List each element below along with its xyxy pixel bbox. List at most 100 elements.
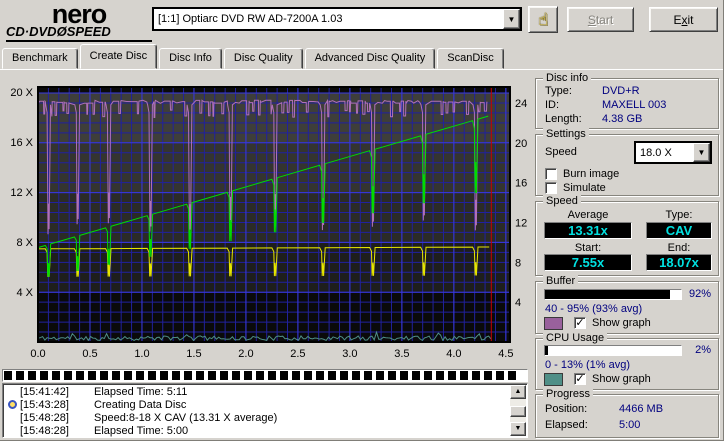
tab-scandisc[interactable]: ScanDisc — [437, 48, 504, 69]
end-speed-display: 18.07x — [646, 254, 712, 271]
x-axis-tick: 1.5 — [186, 348, 201, 360]
right-axis-tick: 20 — [515, 138, 527, 150]
scroll-up-button[interactable]: ▲ — [510, 385, 526, 399]
hand-icon: ☝ — [537, 10, 549, 29]
x-axis-tick: 0.5 — [82, 348, 97, 360]
start-speed-label: Start: — [574, 242, 602, 254]
left-axis-tick: 20 X — [10, 87, 33, 99]
burn-image-label: Burn image — [563, 168, 620, 180]
exit-button[interactable]: Exit — [649, 7, 718, 32]
speed-title: Speed — [543, 195, 581, 207]
tab-bar: Benchmark Create Disc Disc Info Disc Qua… — [2, 44, 506, 69]
burn-image-checkbox[interactable] — [545, 168, 557, 180]
tab-benchmark[interactable]: Benchmark — [2, 48, 78, 69]
log-entry: [15:48:28] Elapsed Time: 5:00 — [20, 425, 189, 437]
speed-type-display: CAV — [646, 222, 712, 239]
speed-select-combo[interactable]: 18.0 X ▼ — [634, 141, 712, 164]
end-speed-label: End: — [667, 242, 691, 254]
x-axis-tick: 3.5 — [394, 348, 409, 360]
x-axis-tick: 4.0 — [446, 348, 461, 360]
cpu-series-swatch — [544, 373, 563, 386]
elapsed-label: Elapsed: — [545, 419, 588, 431]
disc-type-value: DVD+R — [602, 85, 640, 97]
left-axis-tick: 4 X — [16, 287, 33, 299]
right-axis-tick: 12 — [515, 217, 527, 229]
cpu-show-graph-label: Show graph — [592, 373, 651, 385]
nero-logo-text: nero — [51, 0, 108, 29]
buffer-range: 40 - 95% (93% avg) — [545, 303, 643, 315]
writing-disc-icon — [8, 400, 17, 409]
chevron-down-icon: ▼ — [507, 14, 516, 24]
disc-info-group: Disc info Type: DVD+R ID: MAXELL 003 Lengt… — [535, 72, 719, 129]
x-axis-tick: 2.5 — [290, 348, 305, 360]
buffer-series-swatch — [544, 317, 563, 330]
cpu-usage-group: CPU Usage 2% 0 - 13% (1% avg) ✓ Show grap… — [535, 332, 719, 390]
right-axis-tick: 24 — [515, 98, 527, 110]
cd-dvd-speed-logo-text: CD·DVDØSPEED — [6, 24, 111, 39]
buffer-meter — [544, 289, 682, 300]
log-scrollbar[interactable]: ▲ ▼ — [510, 385, 526, 436]
disc-type-label: Type: — [545, 85, 572, 97]
x-axis-tick: 4.5 — [498, 348, 513, 360]
scrollbar-thumb[interactable] — [510, 406, 526, 417]
progress-title: Progress — [543, 388, 594, 400]
x-axis-tick: 3.0 — [342, 348, 357, 360]
disc-glyph-icon: Ø — [56, 24, 67, 39]
right-axis-tick: 8 — [515, 257, 521, 269]
disc-length-value: 4.38 GB — [602, 113, 643, 125]
start-button[interactable]: Start — [567, 7, 634, 32]
disc-info-title: Disc info — [543, 72, 592, 84]
tab-disc-quality[interactable]: Disc Quality — [223, 48, 303, 69]
tab-disc-info[interactable]: Disc Info — [159, 48, 222, 69]
drive-select-combo[interactable]: [1:1] Optiarc DVD RW AD-7200A 1.03 ▼ — [152, 7, 522, 31]
elapsed-value: 5:00 — [619, 419, 641, 431]
settings-title: Settings — [543, 128, 589, 140]
buffer-show-graph-checkbox[interactable]: ✓ — [574, 317, 586, 329]
tab-advanced-disc-quality[interactable]: Advanced Disc Quality — [304, 48, 436, 69]
position-value: 4466 MB — [619, 403, 664, 415]
cpu-meter — [544, 345, 682, 356]
arrow-down-icon: ▼ — [514, 425, 522, 432]
speed-select-value: 18.0 X — [640, 146, 672, 159]
speed-chart: 20 X 16 X 12 X 8 X 4 X 24 20 16 12 8 4 0.0 0.5 1.0 1.5… — [10, 86, 527, 360]
tab-create-disc[interactable]: Create Disc — [79, 44, 158, 69]
disc-length-label: Length: — [545, 113, 582, 125]
log-entry: [15:41:42] Elapsed Time: 5:11 — [20, 386, 188, 398]
buffer-title: Buffer — [543, 275, 579, 287]
right-axis-tick: 16 — [515, 178, 527, 190]
log-box[interactable]: [15:41:42] Elapsed Time: 5:11 [15:43:28] C… — [2, 383, 528, 438]
average-speed-label: Average — [567, 209, 609, 221]
scroll-down-button[interactable]: ▼ — [510, 422, 526, 436]
simulate-checkbox[interactable] — [545, 182, 557, 194]
disc-id-value: MAXELL 003 — [602, 99, 667, 111]
settings-group: Settings Speed 18.0 X ▼ Burn image Simul… — [535, 128, 719, 196]
average-speed-display: 13.31x — [544, 222, 632, 239]
buffer-percent: 92% — [688, 288, 711, 300]
x-axis-tick: 0.0 — [30, 348, 45, 360]
log-entry: [15:43:28] Creating Data Disc — [5, 399, 509, 412]
chevron-down-icon: ▼ — [697, 148, 706, 157]
log-entry: [15:48:28] Speed:8-18 X CAV (13.31 X aver… — [20, 412, 278, 424]
speed-type-label: Type: — [665, 209, 693, 221]
logo-underline — [6, 40, 152, 42]
x-axis-tick: 2.0 — [238, 348, 253, 360]
left-axis-tick: 16 X — [10, 137, 33, 149]
drive-select-value: [1:1] Optiarc DVD RW AD-7200A 1.03 — [158, 13, 343, 25]
drive-select-dropdown-button[interactable]: ▼ — [503, 9, 520, 29]
write-progress-bar — [2, 369, 528, 382]
cpu-percent: 2% — [695, 344, 711, 356]
speed-select-dropdown-button[interactable]: ▼ — [693, 143, 710, 162]
buffer-show-graph-label: Show graph — [592, 317, 651, 329]
x-axis-tick: 1.0 — [134, 348, 149, 360]
cpu-usage-title: CPU Usage — [543, 332, 608, 344]
speed-setting-label: Speed — [545, 146, 577, 158]
speed-group: Speed Average Type: 13.31x CAV Start: En… — [535, 195, 719, 276]
right-axis-tick: 4 — [515, 297, 521, 309]
nero-logo: nero CD·DVDØSPEED — [6, 0, 152, 42]
cpu-show-graph-checkbox[interactable]: ✓ — [574, 373, 586, 385]
cpu-range: 0 - 13% (1% avg) — [545, 359, 630, 371]
simulate-label: Simulate — [563, 182, 606, 194]
left-axis-tick: 12 X — [10, 187, 33, 199]
disc-id-label: ID: — [545, 99, 560, 111]
eject-hand-button[interactable]: ☝ — [528, 6, 558, 33]
